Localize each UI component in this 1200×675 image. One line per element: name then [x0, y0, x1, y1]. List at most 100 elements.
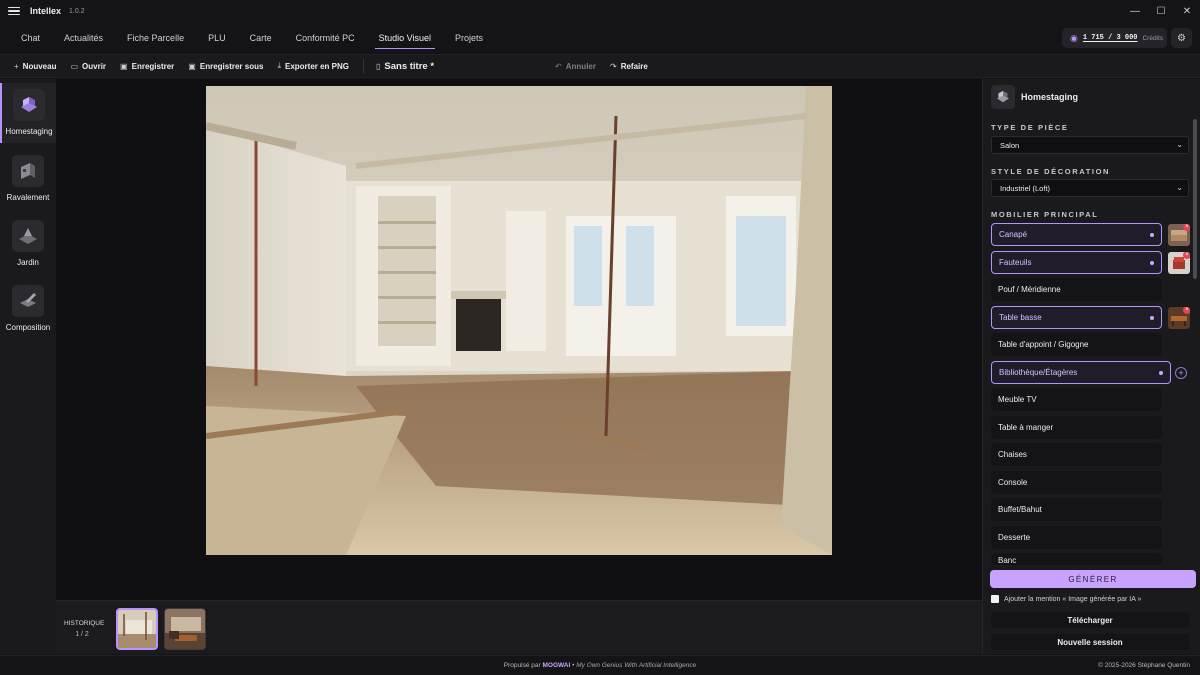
tab-studio-visuel[interactable]: Studio Visuel	[367, 22, 443, 54]
tab-chat[interactable]: Chat	[9, 22, 52, 54]
panel-header: Homestaging	[991, 85, 1078, 109]
history-thumb-2[interactable]	[164, 608, 206, 650]
fauteuils-reference-thumb[interactable]: ×	[1168, 252, 1190, 274]
furniture-item-console[interactable]: Console	[991, 471, 1162, 494]
remove-icon[interactable]: ×	[1183, 307, 1190, 314]
garden-icon	[12, 220, 44, 252]
furniture-item-label: Canapé	[999, 230, 1028, 239]
open-button[interactable]: ▭ Ouvrir	[70, 62, 106, 71]
settings-button[interactable]: ⚙	[1171, 28, 1192, 48]
app-name: Intellex	[30, 6, 62, 16]
furniture-item-bibliotheque[interactable]: Bibliothèque/Étagères	[991, 361, 1171, 384]
tab-projets[interactable]: Projets	[443, 22, 495, 54]
history-count: 1 / 2	[75, 631, 89, 638]
maximize-button[interactable]: ☐	[1148, 0, 1174, 22]
room-type-label: TYPE DE PIÈCE	[991, 123, 1069, 132]
furniture-item-pouf[interactable]: Pouf / Méridienne	[991, 278, 1162, 301]
furniture-item-table-appoint[interactable]: Table d'appoint / Gigogne	[991, 333, 1162, 356]
homestaging-panel: Homestaging TYPE DE PIÈCE Salon ⌄ STYLE …	[982, 79, 1200, 654]
furniture-item-meuble-tv[interactable]: Meuble TV	[991, 388, 1162, 411]
save-as-button[interactable]: ▣ Enregistrer sous	[188, 62, 263, 71]
window-controls: — ☐ ✕	[1122, 0, 1200, 22]
tab-fiche-parcelle[interactable]: Fiche Parcelle	[115, 22, 196, 54]
furniture-item-desserte[interactable]: Desserte	[991, 526, 1162, 549]
furniture-item-label: Desserte	[998, 533, 1031, 542]
document-name: Sans titre *	[384, 60, 435, 72]
undo-label: Annuler	[565, 61, 596, 71]
footer-brand[interactable]: MOGWAI	[542, 662, 570, 669]
furniture-item-label: Chaises	[998, 450, 1027, 459]
furniture-item-label: Pouf / Méridienne	[998, 285, 1061, 294]
download-icon: ⤓	[277, 61, 281, 70]
credits-counter[interactable]: ◉ 1 715 / 3 000 Crédits	[1062, 28, 1167, 48]
new-session-button[interactable]: Nouvelle session	[991, 634, 1189, 650]
furniture-item-label: Buffet/Bahut	[998, 505, 1042, 514]
minimize-button[interactable]: —	[1122, 0, 1148, 22]
furniture-item-buffet[interactable]: Buffet/Bahut	[991, 498, 1162, 521]
remove-icon[interactable]: ×	[1183, 252, 1190, 259]
new-button[interactable]: + Nouveau	[14, 62, 56, 71]
generate-button[interactable]: GÉNÉRER	[990, 570, 1196, 588]
footer: Propulsé par MOGWAI • My Own Genius With…	[0, 655, 1200, 675]
sidebar-label-jardin: Jardin	[17, 258, 39, 267]
undo-icon: ↶	[555, 61, 562, 71]
sidebar-label-homestaging: Homestaging	[5, 127, 53, 136]
tab-plu[interactable]: PLU	[196, 22, 238, 54]
sidebar-item-jardin[interactable]: Jardin	[0, 214, 56, 274]
tab-actualites[interactable]: Actualités	[52, 22, 115, 54]
save-button[interactable]: ▣ Enregistrer	[120, 62, 174, 71]
canape-reference-thumb[interactable]: ×	[1168, 224, 1190, 246]
sidebar-item-composition[interactable]: Composition	[0, 279, 56, 339]
document-title: ▯ Sans titre *	[376, 61, 434, 72]
facade-icon	[12, 155, 44, 187]
redo-button[interactable]: ↷ Refaire	[610, 62, 648, 71]
style-value: Industriel (Loft)	[1000, 183, 1051, 193]
document-icon: ▯	[376, 61, 381, 71]
history-thumb-1[interactable]	[116, 608, 158, 650]
furniture-item-fauteuils[interactable]: Fauteuils	[991, 251, 1162, 274]
footer-separator: •	[572, 662, 575, 669]
furniture-item-banc[interactable]: Banc	[991, 553, 1162, 565]
add-reference-icon[interactable]: +	[1175, 367, 1187, 379]
ai-mention-label: Ajouter la mention « Image générée par I…	[1004, 595, 1142, 603]
furniture-item-canape[interactable]: Canapé	[991, 223, 1162, 246]
download-button[interactable]: Télécharger	[991, 612, 1189, 628]
plus-icon: +	[14, 61, 19, 71]
tab-carte[interactable]: Carte	[238, 22, 284, 54]
furniture-item-table-manger[interactable]: Table à manger	[991, 416, 1162, 439]
furniture-item-label: Bibliothèque/Étagères	[999, 368, 1078, 377]
credits-icon: ◉	[1070, 32, 1078, 43]
sidebar-label-ravalement: Ravalement	[6, 193, 50, 202]
menu-icon[interactable]	[8, 6, 20, 16]
undo-button[interactable]: ↶ Annuler	[555, 62, 596, 71]
furniture-item-label: Table basse	[999, 313, 1042, 322]
remove-icon[interactable]: ×	[1183, 224, 1190, 231]
room-type-select[interactable]: Salon ⌄	[991, 136, 1189, 154]
ai-mention-checkbox[interactable]	[991, 595, 999, 603]
furniture-item-chaises[interactable]: Chaises	[991, 443, 1162, 466]
ai-mention-option[interactable]: Ajouter la mention « Image générée par I…	[991, 595, 1141, 603]
table-basse-reference-thumb[interactable]: ×	[1168, 307, 1190, 329]
sidebar-item-ravalement[interactable]: Ravalement	[0, 149, 56, 209]
furniture-label: MOBILIER PRINCIPAL	[991, 210, 1099, 219]
homestaging-panel-icon	[991, 85, 1015, 109]
furniture-item-table-basse[interactable]: Table basse	[991, 306, 1162, 329]
tools-sidebar: Homestaging Ravalement Jardin Compositio…	[0, 79, 56, 654]
style-select[interactable]: Industriel (Loft) ⌄	[991, 179, 1189, 197]
panel-scrollbar[interactable]	[1193, 119, 1197, 279]
credits-value: 1 715 / 3 000	[1082, 34, 1138, 42]
export-png-button[interactable]: ⤓ Exporter en PNG	[277, 61, 349, 71]
chevron-down-icon: ⌄	[1176, 183, 1183, 192]
furniture-item-label: Table à manger	[998, 423, 1054, 432]
folder-icon: ▭	[70, 61, 79, 71]
save-label: Enregistrer	[131, 61, 175, 71]
room-photo[interactable]	[206, 86, 832, 555]
footer-motto: My Own Genius With Artificial Intelligen…	[576, 662, 697, 669]
close-button[interactable]: ✕	[1174, 0, 1200, 22]
style-label: STYLE DE DÉCORATION	[991, 167, 1111, 176]
sidebar-item-homestaging[interactable]: Homestaging	[0, 83, 56, 143]
gear-icon: ⚙	[1177, 32, 1186, 44]
save-icon: ▣	[120, 61, 128, 71]
tab-conformite-pc[interactable]: Conformité PC	[284, 22, 367, 54]
footer-copyright: © 2025-2026 Stéphane Quentin	[1098, 662, 1190, 669]
